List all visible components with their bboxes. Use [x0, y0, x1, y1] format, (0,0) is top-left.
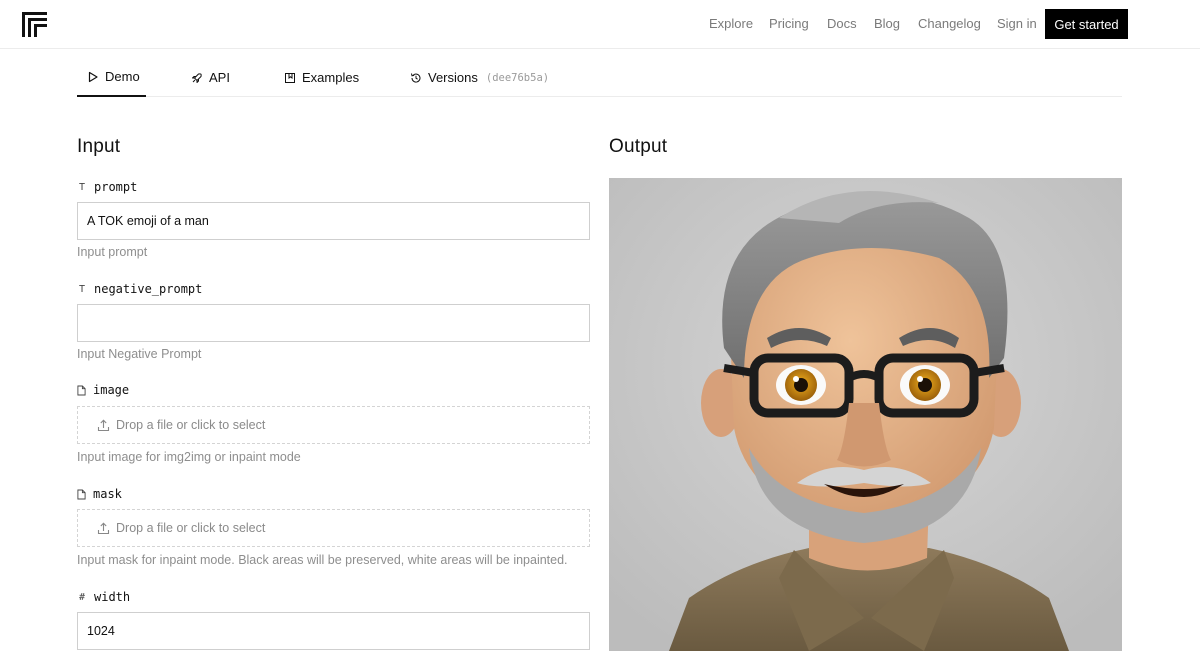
version-hash: (dee76b5a): [485, 71, 550, 84]
top-nav: Explore Pricing Docs Blog Changelog Sign…: [0, 0, 1200, 49]
file-icon: [77, 385, 86, 395]
image-dropzone[interactable]: Drop a file or click to select: [77, 406, 590, 444]
output-heading: Output: [609, 136, 668, 157]
nav-changelog[interactable]: Changelog: [918, 16, 981, 31]
width-label: # width: [77, 590, 130, 604]
mask-label-text: mask: [93, 487, 122, 501]
tab-api-label: API: [209, 70, 230, 85]
text-type-icon: T: [78, 283, 86, 295]
output-image[interactable]: [609, 178, 1122, 651]
nav-pricing[interactable]: Pricing: [769, 16, 809, 31]
get-started-button[interactable]: Get started: [1045, 9, 1128, 39]
mask-label: mask: [77, 487, 122, 501]
negative-prompt-input[interactable]: [77, 304, 590, 342]
text-type-icon: T: [78, 181, 86, 193]
number-type-icon: #: [78, 591, 86, 603]
prompt-label: T prompt: [77, 180, 137, 194]
tab-examples-label: Examples: [302, 70, 360, 85]
nav-docs[interactable]: Docs: [827, 16, 857, 31]
tab-versions[interactable]: Versions (dee76b5a): [410, 58, 549, 97]
negative-prompt-label-text: negative_prompt: [94, 282, 203, 296]
nav-blog[interactable]: Blog: [874, 16, 900, 31]
image-help: Input image for img2img or inpaint mode: [77, 450, 301, 464]
image-label-text: image: [93, 383, 130, 397]
prompt-input[interactable]: A TOK emoji of a man: [77, 202, 590, 240]
logo-icon[interactable]: [22, 12, 47, 37]
width-input[interactable]: 1024: [77, 612, 590, 650]
tab-examples[interactable]: Examples: [284, 58, 359, 97]
nav-sign-in[interactable]: Sign in: [997, 16, 1037, 31]
negative-prompt-help: Input Negative Prompt: [77, 347, 202, 361]
mask-dropzone-text: Drop a file or click to select: [116, 521, 266, 535]
tab-demo-label: Demo: [105, 69, 140, 84]
image-label: image: [77, 383, 129, 397]
mask-dropzone[interactable]: Drop a file or click to select: [77, 509, 590, 547]
mask-help: Input mask for inpaint mode. Black areas…: [77, 553, 568, 567]
upload-icon: [97, 522, 110, 534]
history-icon: [411, 72, 421, 83]
input-heading: Input: [77, 136, 121, 157]
tab-bar: Demo API Examples Versions (dee76b5a): [77, 58, 1122, 97]
tab-versions-label: Versions: [428, 70, 478, 85]
prompt-label-text: prompt: [94, 180, 138, 194]
negative-prompt-label: T negative_prompt: [77, 282, 202, 296]
nav-explore[interactable]: Explore: [709, 16, 753, 31]
prompt-help: Input prompt: [77, 245, 148, 259]
tab-api[interactable]: API: [191, 58, 230, 97]
image-dropzone-text: Drop a file or click to select: [116, 418, 266, 432]
emoji-portrait-image: [609, 178, 1122, 651]
tab-demo[interactable]: Demo: [77, 58, 146, 97]
play-icon: [88, 71, 98, 82]
upload-icon: [97, 419, 110, 431]
bookmark-icon: [285, 72, 295, 83]
rocket-icon: [192, 72, 202, 83]
width-label-text: width: [94, 590, 131, 604]
file-icon: [77, 489, 86, 499]
